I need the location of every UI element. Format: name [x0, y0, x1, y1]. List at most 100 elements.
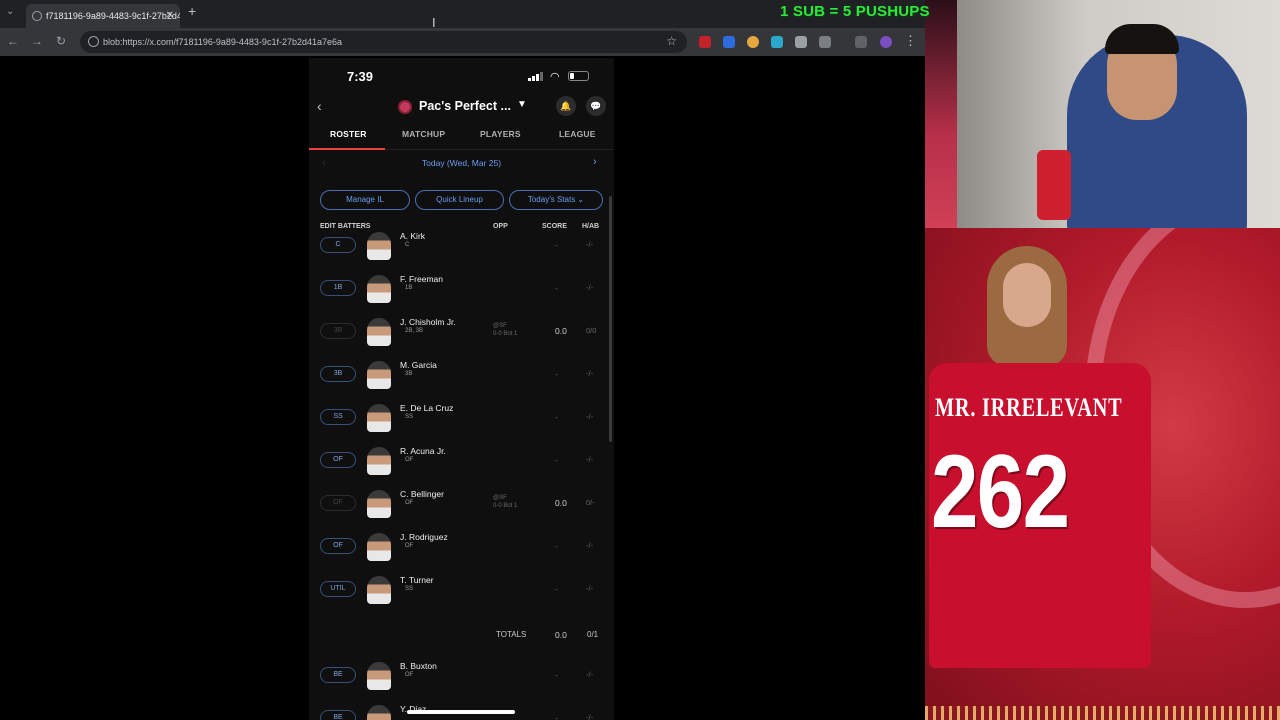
- player-hab: -/-: [586, 670, 594, 679]
- player-avatar: [367, 705, 391, 720]
- chevron-down-icon: ⌄: [577, 195, 585, 204]
- date-label[interactable]: Today (Wed, Mar 25): [309, 158, 614, 168]
- position-slot-button[interactable]: UTIL: [320, 581, 356, 597]
- team-dropdown-icon[interactable]: ▼: [517, 99, 527, 110]
- extension-icon[interactable]: [723, 36, 735, 48]
- status-time: 7:39: [347, 69, 374, 84]
- player-avatar: [367, 361, 391, 389]
- player-name[interactable]: M. Garcia: [400, 360, 437, 370]
- team-name[interactable]: Pac's Perfect ...: [419, 99, 511, 113]
- media-icon[interactable]: [855, 36, 867, 48]
- position-slot-button[interactable]: SS: [320, 409, 356, 425]
- forward-icon[interactable]: →: [29, 34, 45, 48]
- home-indicator[interactable]: [407, 710, 515, 714]
- chat-icon[interactable]: 💬: [586, 96, 606, 116]
- player-position: SS: [405, 414, 414, 420]
- status-bar: 7:39 ◠: [309, 58, 614, 94]
- extensions-puzzle-icon[interactable]: [819, 36, 831, 48]
- player-name[interactable]: J. Chisholm Jr.: [400, 317, 456, 327]
- table-row[interactable]: C A. Kirk C - -/-: [309, 226, 614, 269]
- table-row[interactable]: OF C. Bellinger OF @SF 0-0 Bot 1 0.0 0/-: [309, 484, 614, 527]
- player-score: -: [555, 240, 558, 250]
- manage-il-button[interactable]: Manage IL: [320, 190, 410, 210]
- scrollbar[interactable]: [609, 196, 612, 442]
- player-score: -: [555, 412, 558, 422]
- text-cursor-icon: I: [432, 15, 436, 30]
- tab-matchup[interactable]: MATCHUP: [402, 129, 445, 139]
- player-name[interactable]: J. Rodriguez: [400, 532, 448, 542]
- stage-lights: [925, 706, 1280, 720]
- profile-avatar-icon[interactable]: [880, 36, 892, 48]
- player-avatar: [367, 533, 391, 561]
- extension-icon[interactable]: [699, 36, 711, 48]
- new-tab-button[interactable]: +: [188, 3, 196, 19]
- close-tab-icon[interactable]: ✕: [166, 4, 174, 28]
- table-row[interactable]: BE B. Buxton OF - -/-: [309, 656, 614, 699]
- position-slot-button[interactable]: BE: [320, 667, 356, 683]
- tab-players[interactable]: PLAYERS: [480, 129, 521, 139]
- todays-stats-button[interactable]: Today's Stats ⌄: [509, 190, 603, 210]
- player-score: 0.0: [555, 498, 567, 508]
- position-slot-button[interactable]: OF: [320, 538, 356, 554]
- player-name[interactable]: T. Turner: [400, 575, 434, 585]
- address-bar[interactable]: blob:https://x.com/f7181196-9a89-4483-9c…: [80, 31, 687, 53]
- team-logo: [398, 100, 412, 114]
- player-avatar: [367, 576, 391, 604]
- back-chevron-icon[interactable]: ‹: [317, 98, 322, 114]
- red-bottle: [1037, 150, 1071, 220]
- position-slot-button[interactable]: BE: [320, 710, 356, 720]
- player-name[interactable]: R. Acuna Jr.: [400, 446, 446, 456]
- extension-icon[interactable]: [747, 36, 759, 48]
- site-info-icon[interactable]: [88, 36, 99, 47]
- player-hab: -/-: [586, 240, 594, 249]
- position-slot-button[interactable]: OF: [320, 452, 356, 468]
- extension-icon[interactable]: [771, 36, 783, 48]
- totals-score: 0.0: [555, 630, 567, 640]
- extension-icon[interactable]: [795, 36, 807, 48]
- url-text[interactable]: blob:https://x.com/f7181196-9a89-4483-9c…: [103, 31, 342, 53]
- tab-search-icon[interactable]: ⌄: [6, 6, 14, 17]
- player-avatar: [367, 490, 391, 518]
- table-row[interactable]: OF J. Rodriguez OF - -/-: [309, 527, 614, 570]
- quick-lineup-button[interactable]: Quick Lineup: [415, 190, 504, 210]
- table-row[interactable]: SS E. De La Cruz SS - -/-: [309, 398, 614, 441]
- active-tab-indicator: [309, 148, 385, 150]
- player-position: C: [405, 242, 410, 248]
- position-slot-button[interactable]: C: [320, 237, 356, 253]
- player-hab: -/-: [586, 369, 594, 378]
- player-name[interactable]: B. Buxton: [400, 661, 437, 671]
- position-slot-button[interactable]: 3B: [320, 366, 356, 382]
- table-row[interactable]: 1B F. Freeman 1B - -/-: [309, 269, 614, 312]
- globe-icon: [32, 11, 42, 21]
- player-name[interactable]: C. Bellinger: [400, 489, 444, 499]
- totals-hab: 0/1: [587, 630, 599, 639]
- position-slot-button[interactable]: 3B: [320, 323, 356, 339]
- player-name[interactable]: A. Kirk: [400, 231, 425, 241]
- tab-title: f7181196-9a89-4483-9c1f-27b2d41a7e6a: [46, 11, 180, 21]
- bookmark-star-icon[interactable]: ☆: [666, 34, 677, 48]
- reload-icon[interactable]: ↻: [53, 34, 69, 48]
- tab-league[interactable]: LEAGUE: [559, 129, 596, 139]
- player-name[interactable]: E. De La Cruz: [400, 403, 453, 413]
- position-slot-button[interactable]: OF: [320, 495, 356, 511]
- table-row[interactable]: OF R. Acuna Jr. OF - -/-: [309, 441, 614, 484]
- player-score: -: [555, 283, 558, 293]
- browser-tab[interactable]: f7181196-9a89-4483-9c1f-27b2d41a7e6a ✕: [26, 4, 180, 28]
- team-header: ‹ Pac's Perfect ... ▼ 🔔 💬: [309, 96, 614, 120]
- player-score: -: [555, 369, 558, 379]
- wifi-icon: ◠: [550, 71, 560, 83]
- table-row[interactable]: UTIL T. Turner SS - -/-: [309, 570, 614, 613]
- notifications-bell-icon[interactable]: 🔔: [556, 96, 576, 116]
- player-score: 0.0: [555, 326, 567, 336]
- back-icon[interactable]: ←: [5, 34, 21, 48]
- player-hab: 0/0: [586, 326, 597, 335]
- player-score: -: [555, 455, 558, 465]
- next-day-icon[interactable]: ›: [593, 156, 597, 168]
- browser-menu-icon[interactable]: ⋮: [904, 33, 917, 49]
- table-row[interactable]: 3B M. Garcia 3B - -/-: [309, 355, 614, 398]
- battery-icon: [568, 71, 589, 81]
- position-slot-button[interactable]: 1B: [320, 280, 356, 296]
- table-row[interactable]: 3B J. Chisholm Jr. 2B, 3B @SF 0-0 Bot 1 …: [309, 312, 614, 355]
- tab-roster[interactable]: ROSTER: [330, 129, 367, 139]
- player-name[interactable]: F. Freeman: [400, 274, 443, 284]
